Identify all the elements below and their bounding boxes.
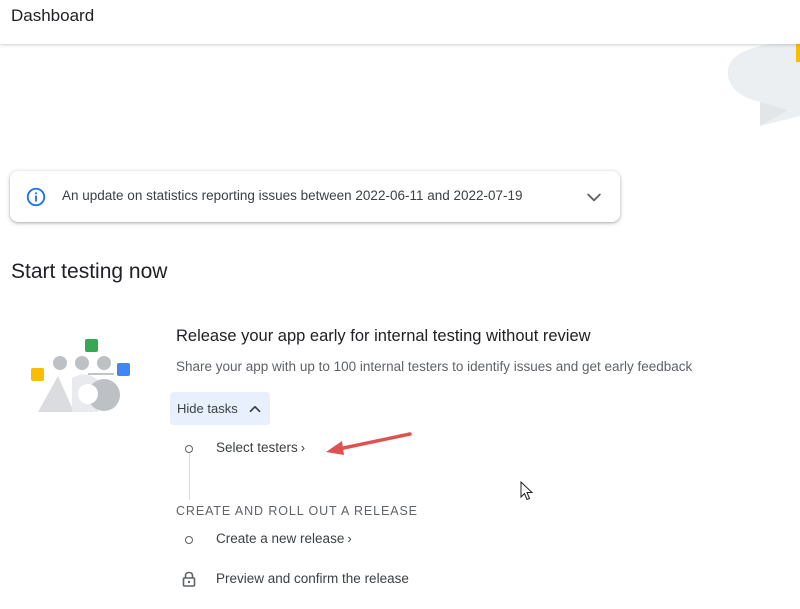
hide-tasks-label: Hide tasks <box>177 401 238 416</box>
section-title: Start testing now <box>11 260 168 283</box>
lock-icon <box>182 571 196 587</box>
statistics-update-banner[interactable]: An update on statistics reporting issues… <box>10 171 620 222</box>
task-status-dot <box>185 536 193 544</box>
page-title: Dashboard <box>11 6 95 25</box>
task-timeline-line <box>189 453 190 500</box>
card-title: Release your app early for internal test… <box>176 327 591 345</box>
chevron-up-icon <box>249 405 261 413</box>
create-new-release-link[interactable]: Create a new release › <box>216 531 352 546</box>
top-header: Dashboard <box>0 0 800 44</box>
chevron-right-icon: › <box>300 440 306 455</box>
decorative-shape <box>727 42 800 126</box>
hide-tasks-button[interactable]: Hide tasks <box>170 392 270 425</box>
task-label: Create a new release <box>216 531 345 546</box>
card-description: Share your app with up to 100 internal t… <box>176 359 693 374</box>
chevron-down-icon[interactable] <box>584 187 604 207</box>
banner-message: An update on statistics reporting issues… <box>62 188 523 203</box>
mouse-cursor-icon <box>520 481 534 501</box>
task-status-dot <box>185 445 193 453</box>
subsection-title: CREATE AND ROLL OUT A RELEASE <box>176 504 418 518</box>
preview-confirm-release-item: Preview and confirm the release <box>216 571 409 586</box>
info-icon <box>26 187 46 207</box>
task-label: Select testers <box>216 440 298 455</box>
annotation-arrow <box>326 432 412 455</box>
chevron-right-icon: › <box>347 531 352 546</box>
testers-illustration <box>31 339 130 412</box>
select-testers-link[interactable]: Select testers › <box>216 440 305 455</box>
